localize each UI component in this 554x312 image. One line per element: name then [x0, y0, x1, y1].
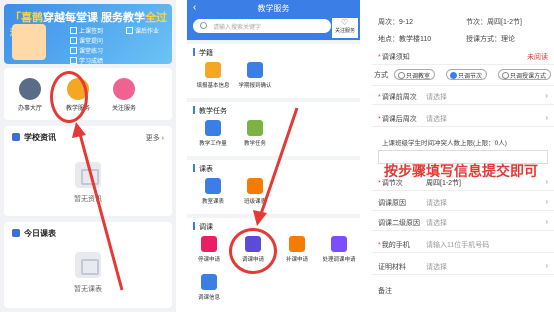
- chevron-right-icon: ›: [545, 197, 548, 206]
- remark-row[interactable]: 备注: [372, 282, 554, 299]
- notice-row[interactable]: 调课须知 未阅读: [372, 48, 554, 65]
- chevron-right-icon: ›: [545, 113, 548, 122]
- weeks-info: 周次：9-12: [378, 19, 414, 26]
- annotation-arrow: [72, 122, 124, 291]
- mode-info: 授课方式：理论: [466, 36, 515, 43]
- instruction-annotation: 按步骤填写信息提交即可: [384, 163, 538, 179]
- home-screen: 「喜鹊穿越每堂课 服务教学全过程 上课签到 课堂提问 课堂练习 学习成绩 课后作…: [0, 0, 176, 312]
- section-info: 节次：周四[1-2节]: [466, 19, 523, 26]
- after-weeks-row[interactable]: 调课后周次请选择›: [372, 110, 554, 127]
- option-classroom-only[interactable]: 只调教室: [394, 69, 436, 80]
- cap-label: 上课班级学生时间冲突人数上限(上限：0人): [382, 140, 507, 147]
- proof-row[interactable]: 证明材料 请选择 ›: [372, 258, 554, 275]
- chevron-right-icon: ›: [545, 177, 548, 186]
- chevron-right-icon: ›: [545, 261, 548, 270]
- reschedule-form: 周次：9-12 节次：周四[1-2节] 地点：教学楼110 授课方式：理论 调课…: [372, 0, 554, 312]
- reason-row[interactable]: 调课原因 请选择 ›: [372, 194, 554, 211]
- chevron-right-icon: ›: [545, 217, 548, 226]
- place-info: 地点：教学楼110: [378, 36, 432, 43]
- chevron-right-icon: ›: [545, 91, 548, 100]
- teaching-service-screen: ‹ 教学服务 请输入搜索关键字 关注服务 学籍 填报基本信息 学期报到确认 教学…: [187, 0, 360, 312]
- annotation-arrow: [253, 107, 299, 226]
- type-row: 方式 只调教室 只调节次 只调授课方式: [372, 66, 554, 86]
- option-section-only[interactable]: 只调节次: [446, 69, 488, 80]
- reason2-row[interactable]: 调课二级原因 请选择 ›: [372, 214, 554, 231]
- before-weeks-row[interactable]: 调课前周次请选择›: [372, 88, 554, 105]
- phone-row[interactable]: 我的手机请输入11位手机号码: [372, 236, 554, 253]
- option-mode-only[interactable]: 只调授课方式: [498, 69, 552, 80]
